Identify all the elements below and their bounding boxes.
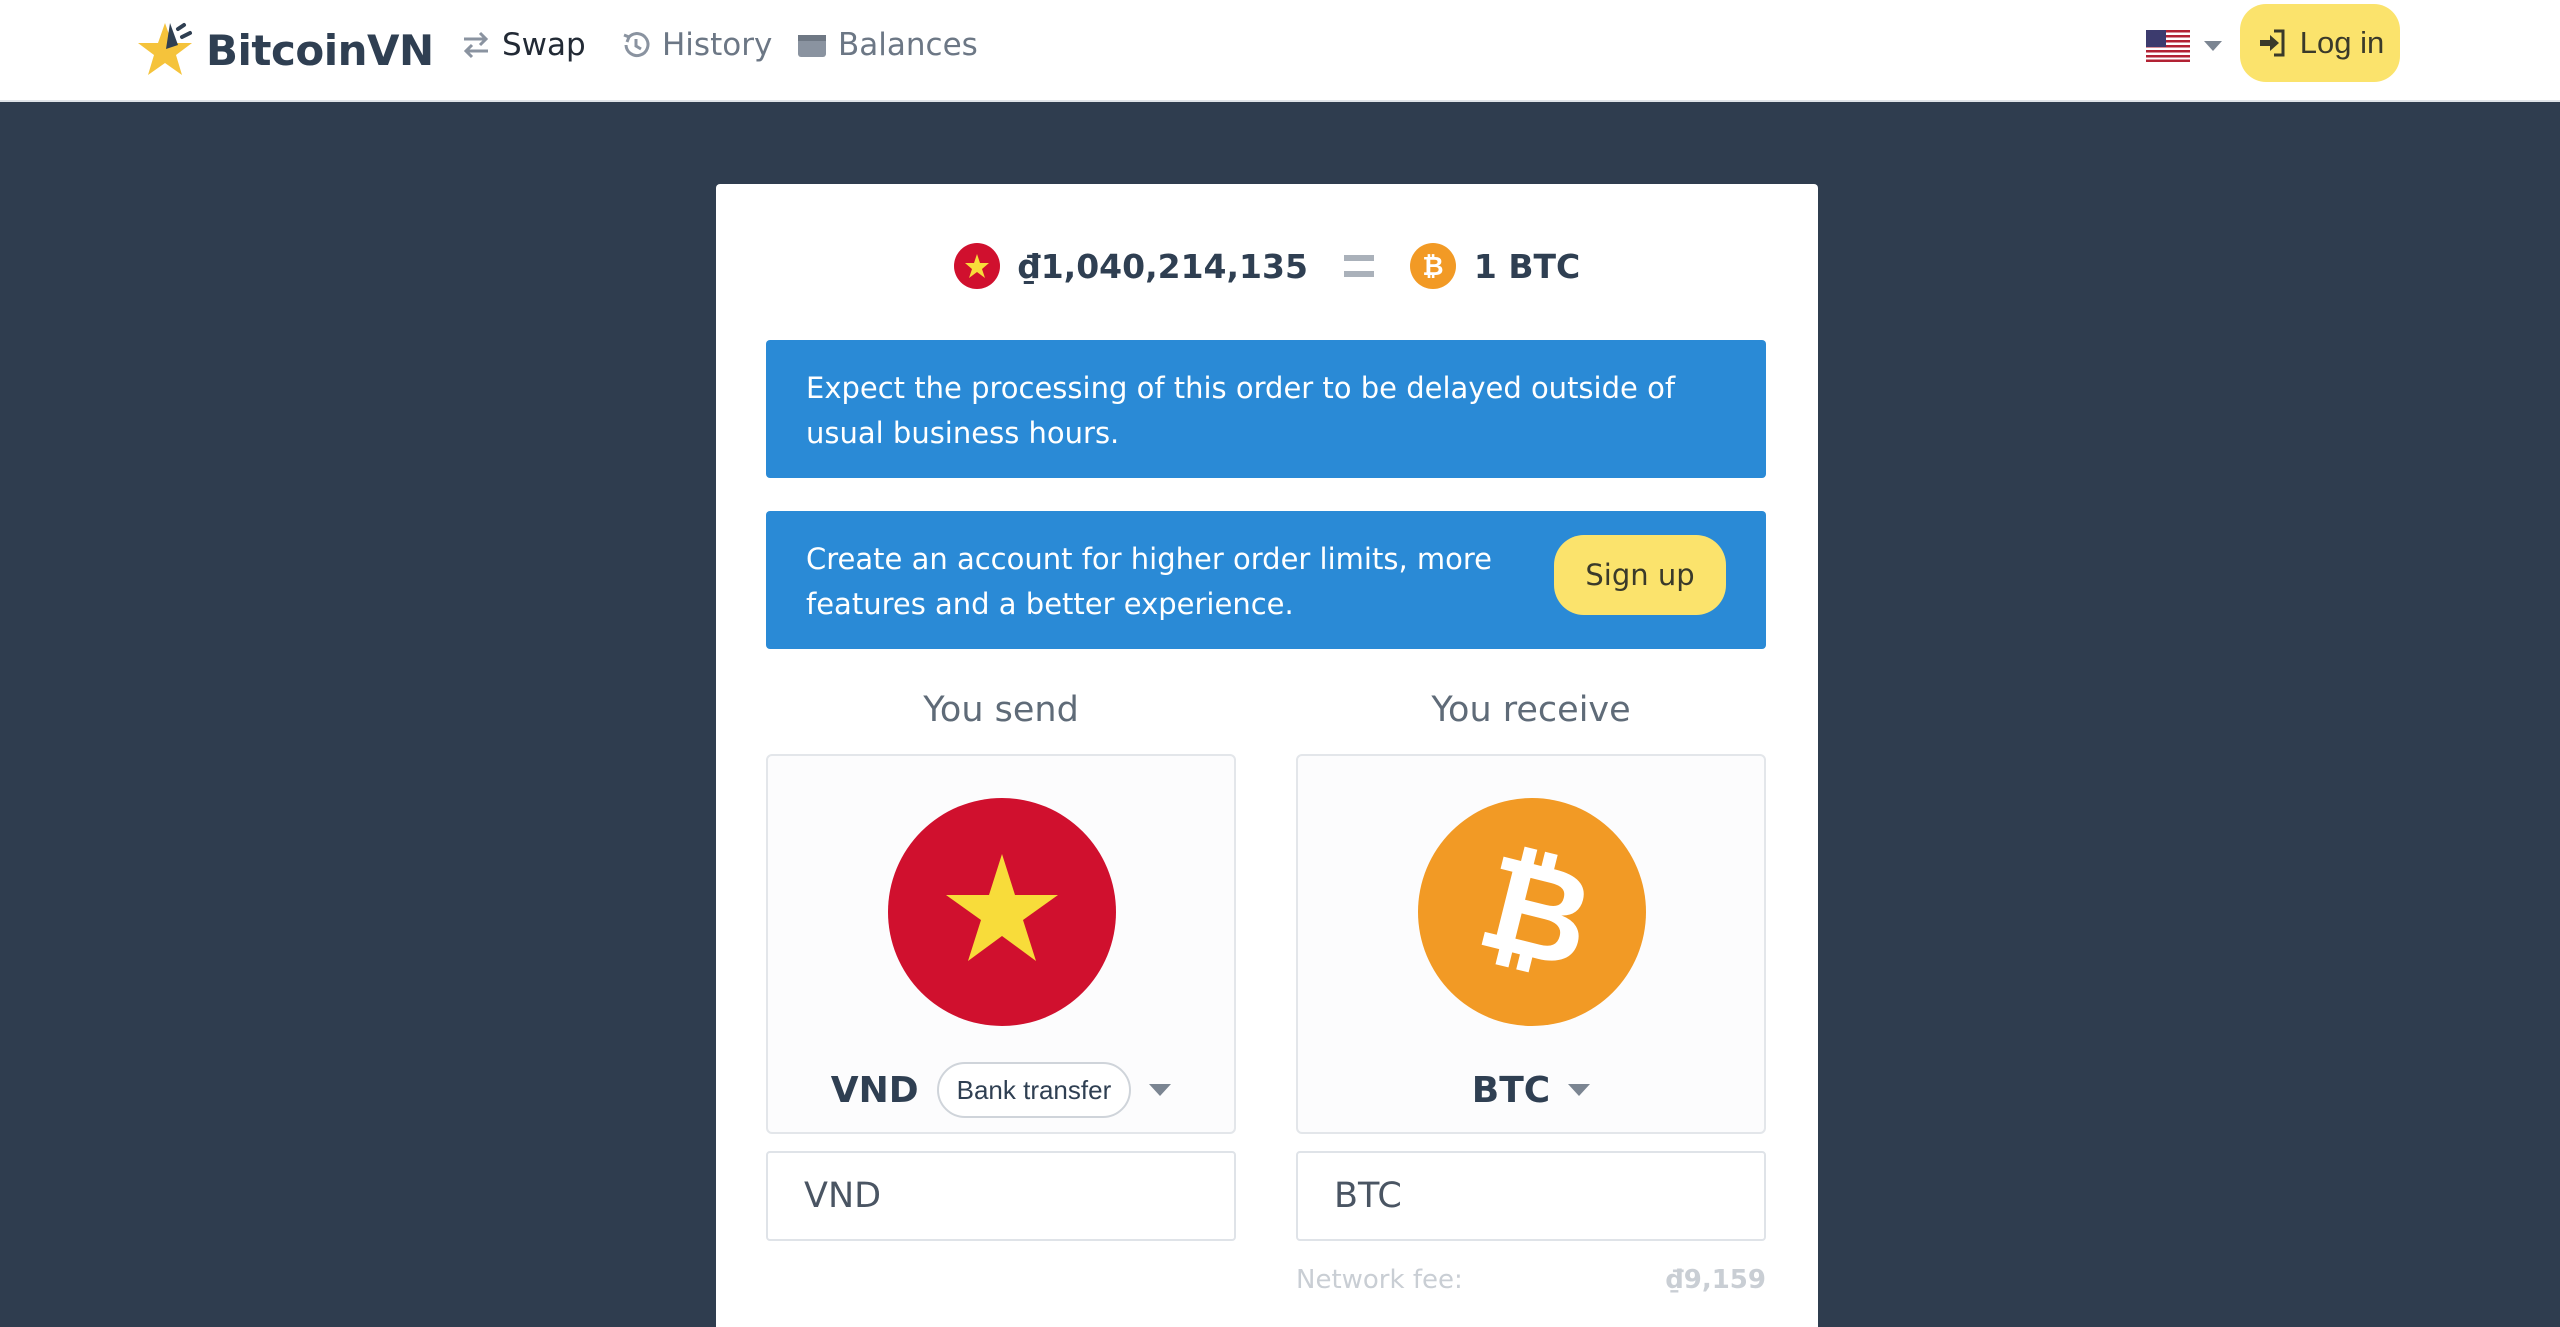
- brand-name: BitcoinVN: [206, 25, 434, 75]
- chevron-down-icon: [2204, 41, 2222, 51]
- network-fee-label: Network fee:: [1296, 1265, 1463, 1295]
- navbar: BitcoinVN Swap History Balances Log in: [0, 0, 2560, 102]
- send-amount-input[interactable]: VND: [766, 1151, 1236, 1241]
- vnd-flag-icon: [888, 798, 1116, 1026]
- star-logo-icon: [138, 23, 192, 75]
- receive-currency-code: BTC: [1471, 1069, 1551, 1111]
- vnd-coin-icon: [953, 243, 1000, 289]
- send-heading: You send: [923, 690, 1079, 730]
- receive-amount-input[interactable]: BTC: [1296, 1151, 1766, 1241]
- nav-history[interactable]: History: [620, 20, 772, 70]
- btc-coin-icon: ₿: [1409, 243, 1456, 289]
- swap-card: ₫1,040,214,135 ₿ 1 BTC Expect the proces…: [716, 184, 1818, 1327]
- language-selector[interactable]: [2146, 28, 2222, 64]
- brand-link[interactable]: BitcoinVN: [134, 10, 434, 90]
- signup-alert-text: Create an account for higher order limit…: [806, 542, 1493, 621]
- history-icon: [623, 32, 650, 58]
- network-fee-row: Network fee: ₫9,159: [1296, 1260, 1766, 1300]
- network-fee-value: ₫9,159: [1665, 1265, 1766, 1295]
- payment-method-badge[interactable]: Bank transfer: [936, 1062, 1132, 1118]
- nav-history-label: History: [662, 27, 773, 63]
- bitcoin-logo-icon: ₿: [1418, 798, 1646, 1026]
- send-currency-picker[interactable]: VND Bank transfer: [766, 754, 1236, 1134]
- receive-currency-row: BTC: [1298, 1062, 1764, 1118]
- wallet-icon: [798, 35, 826, 57]
- equals-icon: [1343, 255, 1374, 277]
- send-currency-row: VND Bank transfer: [768, 1062, 1234, 1118]
- nav-balances-label: Balances: [838, 27, 978, 63]
- signup-alert: Create an account for higher order limit…: [766, 511, 1766, 649]
- swap-arrows-icon: [463, 31, 489, 59]
- chevron-down-icon[interactable]: [1149, 1084, 1172, 1096]
- rate-from-amount: ₫1,040,214,135: [1017, 246, 1308, 286]
- login-button[interactable]: Log in: [2240, 4, 2400, 82]
- nav-swap-label: Swap: [502, 27, 586, 63]
- send-currency-code: VND: [830, 1069, 919, 1111]
- delay-alert: Expect the processing of this order to b…: [766, 340, 1766, 478]
- svg-text:₿: ₿: [1422, 252, 1443, 282]
- login-label: Log in: [2299, 25, 2385, 60]
- us-flag-icon: [2146, 30, 2190, 62]
- nav-balances[interactable]: Balances: [796, 20, 978, 70]
- chevron-down-icon[interactable]: [1568, 1084, 1591, 1096]
- sign-in-icon: [2259, 29, 2285, 57]
- nav-swap[interactable]: Swap: [460, 20, 586, 70]
- delay-alert-text: Expect the processing of this order to b…: [806, 371, 1676, 450]
- receive-heading: You receive: [1431, 690, 1631, 730]
- exchange-rate: ₫1,040,214,135 ₿ 1 BTC: [716, 240, 1818, 292]
- rate-to-amount: 1 BTC: [1473, 246, 1581, 286]
- receive-currency-picker[interactable]: ₿ BTC: [1296, 754, 1766, 1134]
- signup-button[interactable]: Sign up: [1554, 535, 1726, 615]
